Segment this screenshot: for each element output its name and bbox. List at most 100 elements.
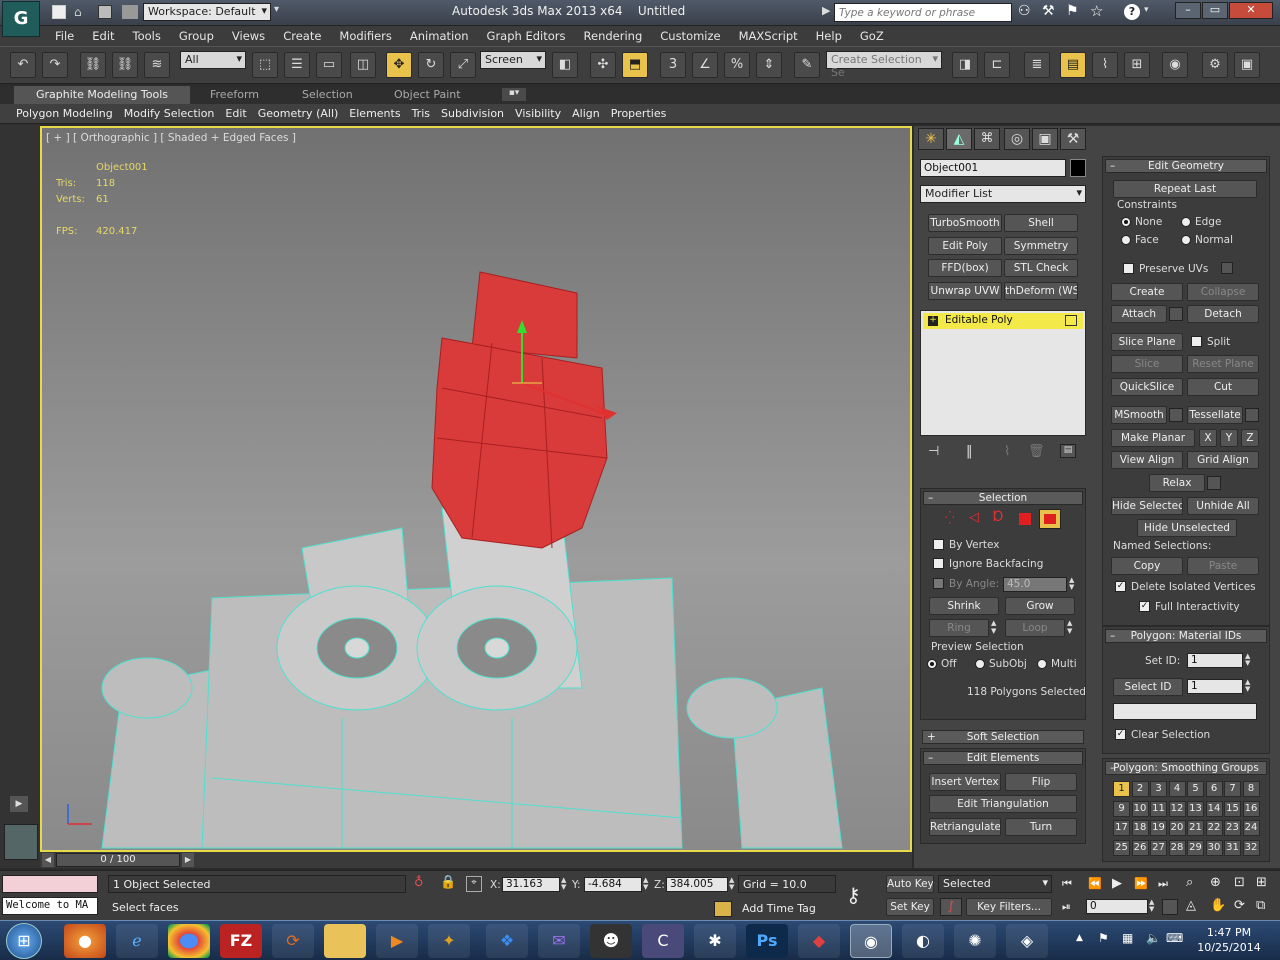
- menu-help[interactable]: Help: [807, 26, 851, 43]
- grid-align-button[interactable]: Grid Align: [1187, 451, 1259, 469]
- unity-app-icon[interactable]: ◈: [1006, 924, 1048, 958]
- stack-expand-icon[interactable]: +: [928, 316, 938, 326]
- sync-icon[interactable]: ⟳: [272, 924, 314, 958]
- pin-stack-icon[interactable]: ⊣: [928, 444, 939, 459]
- preview-multi-radio[interactable]: [1037, 659, 1047, 669]
- project-folder-icon[interactable]: [122, 5, 138, 19]
- aperture-app-icon[interactable]: ✺: [954, 924, 996, 958]
- play-icon[interactable]: ▶: [1112, 876, 1122, 891]
- manage-layers-icon[interactable]: ≣: [1024, 52, 1050, 78]
- tray-keyboard-icon[interactable]: ⌨: [1166, 931, 1183, 945]
- viewport-layout-icon[interactable]: [4, 824, 38, 860]
- menu-graph-editors[interactable]: Graph Editors: [478, 26, 575, 43]
- time-tag-icon[interactable]: [714, 901, 732, 917]
- ribbon-geometry-all[interactable]: Geometry (All): [258, 107, 339, 120]
- modifier-unwrap-uvw-button[interactable]: Unwrap UVW: [928, 282, 1002, 300]
- photoshop-icon[interactable]: Ps: [746, 924, 788, 958]
- ring-button[interactable]: Ring: [929, 619, 989, 637]
- hierarchy-tab-icon[interactable]: ⌘: [974, 128, 1000, 150]
- menu-group[interactable]: Group: [170, 26, 223, 43]
- internet-explorer-icon[interactable]: ℯ: [116, 924, 158, 958]
- window-crossing-icon[interactable]: ◫: [350, 52, 376, 78]
- motion-tab-icon[interactable]: ◎: [1004, 128, 1030, 150]
- cinema-app-icon[interactable]: ◐: [902, 924, 944, 958]
- smoothing-group-22[interactable]: 22: [1205, 820, 1223, 836]
- y-coord-field[interactable]: -4.684: [584, 877, 642, 892]
- chrome-icon[interactable]: [168, 924, 210, 958]
- constraint-face-radio[interactable]: [1121, 235, 1131, 245]
- vertex-mode-icon[interactable]: ⁛: [945, 511, 955, 525]
- set-key-button[interactable]: Set Key: [886, 898, 934, 916]
- modifier-symmetry-button[interactable]: Symmetry: [1004, 237, 1078, 255]
- open-file-icon[interactable]: ⌂: [74, 5, 90, 19]
- previous-frame-icon[interactable]: ⏪: [1088, 877, 1102, 890]
- selection-filter-dropdown[interactable]: All: [180, 51, 246, 69]
- media-player-icon[interactable]: ▶: [376, 924, 418, 958]
- selection-lock-icon[interactable]: 🔒: [440, 875, 456, 890]
- z-coord-spinner[interactable]: ▲ ▼: [729, 877, 734, 891]
- menu-file[interactable]: File: [46, 26, 83, 43]
- render-setup-icon[interactable]: ⚙: [1202, 52, 1228, 78]
- make-unique-icon[interactable]: ⌇: [1004, 444, 1010, 459]
- object-name-field[interactable]: Object001: [920, 159, 1066, 177]
- smoothing-group-18[interactable]: 18: [1131, 820, 1149, 836]
- planar-x-button[interactable]: X: [1199, 429, 1217, 447]
- unhide-all-button[interactable]: Unhide All: [1187, 497, 1259, 515]
- paste-button[interactable]: Paste: [1187, 557, 1259, 575]
- flip-button[interactable]: Flip: [1005, 773, 1077, 791]
- add-time-tag[interactable]: Add Time Tag: [738, 899, 836, 917]
- code-editor-icon[interactable]: C: [642, 924, 684, 958]
- pivot-center-icon[interactable]: ◧: [552, 52, 578, 78]
- retriangulate-button[interactable]: Retriangulate: [929, 818, 1001, 836]
- smoothing-group-31[interactable]: 31: [1224, 839, 1241, 856]
- current-frame-field[interactable]: 0: [1086, 899, 1148, 914]
- mirror-icon[interactable]: ◨: [952, 52, 978, 78]
- redo-icon[interactable]: ↷: [42, 52, 68, 78]
- menu-modifiers[interactable]: Modifiers: [330, 26, 401, 43]
- tab-selection[interactable]: Selection: [302, 88, 353, 101]
- repeat-last-button[interactable]: Repeat Last: [1113, 180, 1257, 198]
- smoothing-group-3[interactable]: 3: [1150, 781, 1167, 797]
- unlink-icon[interactable]: ⛓: [112, 52, 138, 78]
- by-angle-spinner[interactable]: ▲ ▼: [1069, 577, 1079, 592]
- selection-rollout-header[interactable]: – Selection: [923, 491, 1083, 505]
- modifier-list-dropdown[interactable]: Modifier List: [920, 185, 1086, 203]
- msmooth-button[interactable]: MSmooth: [1111, 406, 1167, 424]
- ribbon-visibility[interactable]: Visibility: [515, 107, 561, 120]
- shrink-button[interactable]: Shrink: [929, 597, 999, 615]
- smoothing-group-28[interactable]: 28: [1168, 839, 1186, 856]
- select-and-scale-icon[interactable]: ⤢: [450, 52, 476, 78]
- collapse-button[interactable]: Collapse: [1187, 283, 1259, 301]
- ribbon-modify-selection[interactable]: Modify Selection: [124, 107, 215, 120]
- close-button[interactable]: ✕: [1229, 2, 1273, 19]
- percent-snap-icon[interactable]: %: [724, 52, 750, 78]
- firefox-icon[interactable]: ●: [64, 924, 106, 958]
- modifier-edit-poly-button[interactable]: Edit Poly: [928, 237, 1002, 255]
- insert-vertex-button[interactable]: Insert Vertex: [929, 773, 1001, 791]
- set-key-icon[interactable]: ⚷: [846, 883, 861, 907]
- key-tangent-icon[interactable]: ∫: [940, 898, 962, 916]
- material-editor-icon[interactable]: ◉: [1162, 52, 1188, 78]
- ring-spinner[interactable]: ▲ ▼: [991, 619, 1001, 635]
- save-file-icon[interactable]: [98, 5, 112, 19]
- modifier-stl-check-button[interactable]: STL Check: [1004, 259, 1078, 277]
- attach-list-icon[interactable]: [1169, 307, 1183, 321]
- current-frame-spinner[interactable]: ▲ ▼: [1149, 899, 1154, 913]
- binoculars-icon[interactable]: ⚇: [1018, 3, 1031, 19]
- keyboard-shortcut-override-icon[interactable]: ⬒: [622, 52, 648, 78]
- hide-selected-button[interactable]: Hide Selected: [1111, 497, 1183, 515]
- smoothing-group-8[interactable]: 8: [1242, 781, 1260, 797]
- element-mode-icon[interactable]: [1039, 509, 1061, 529]
- paint-icon[interactable]: ✦: [428, 924, 470, 958]
- tab-freeform[interactable]: Freeform: [210, 88, 259, 101]
- make-planar-button[interactable]: Make Planar: [1111, 429, 1195, 447]
- menu-edit[interactable]: Edit: [83, 26, 123, 43]
- favorites-star-icon[interactable]: ☆: [1090, 2, 1103, 20]
- align-icon[interactable]: ⊏: [984, 52, 1010, 78]
- tray-clock[interactable]: 1:47 PM 10/25/2014: [1194, 925, 1264, 955]
- snaps-toggle-icon[interactable]: 3: [660, 52, 686, 78]
- smoothing-group-30[interactable]: 30: [1205, 839, 1223, 856]
- by-angle-checkbox[interactable]: [933, 578, 944, 589]
- graphite-toggle-icon[interactable]: ▤: [1060, 52, 1086, 78]
- create-tab-icon[interactable]: ✳: [918, 128, 944, 150]
